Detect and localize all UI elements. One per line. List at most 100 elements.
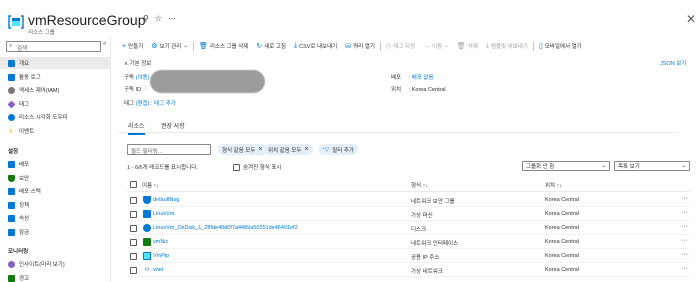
table-row[interactable]: ‹› vnet 가상 네트워크 Korea Central ··· xyxy=(127,263,690,277)
sidebar-item-activity-log[interactable]: 활동 로그 xyxy=(0,71,110,83)
sidebar-item-deployment-stack[interactable]: 배포 스택 xyxy=(0,185,110,197)
show-hidden-checkbox[interactable] xyxy=(233,163,240,171)
sidebar-item-security[interactable]: 보안 xyxy=(0,172,110,184)
essentials-toggle[interactable]: ∧ 기본 정보 xyxy=(124,59,151,67)
open-mobile-button[interactable]: ▯ 모바일에서 열기 xyxy=(535,42,586,50)
disk-icon xyxy=(143,224,151,232)
row-more-icon[interactable]: ··· xyxy=(681,195,688,202)
row-more-icon[interactable]: ··· xyxy=(681,265,688,272)
tab-resources[interactable]: 리소스 xyxy=(128,121,145,135)
manage-view-button[interactable]: ⚙ 보기 관리 ⌄ xyxy=(147,42,192,50)
resource-name-link[interactable]: vnet xyxy=(153,267,163,273)
create-button[interactable]: + 만들기 xyxy=(118,42,147,51)
pin-icon[interactable]: ⚲ xyxy=(143,14,149,23)
collapse-sidebar-icon[interactable]: « xyxy=(103,41,106,47)
toolbar-divider xyxy=(192,41,194,51)
resource-name-link[interactable]: defaultNsg xyxy=(153,197,179,203)
export-template-button[interactable]: ⤓ 템플릿 내보내기 xyxy=(482,42,532,50)
column-header-type[interactable]: 형식 ↑↓ xyxy=(411,181,428,189)
location-row: 위치 : Korea Central xyxy=(391,85,446,93)
assign-tags-button[interactable]: ◇ 태그 지정 xyxy=(382,42,419,50)
table-row[interactable]: LinuxVm 가상 머신 Korea Central ··· xyxy=(127,207,690,221)
subscription-label: 구독 xyxy=(124,75,135,81)
sidebar-search-placeholder: 검색 xyxy=(17,45,28,52)
open-query-button[interactable]: ⛁ 쿼리 열기 xyxy=(341,42,379,50)
filter-pill-location-label: 위치 같음 모두 xyxy=(268,147,302,154)
filter-pill-type[interactable]: 형식 같음 모두 × xyxy=(218,144,267,155)
row-checkbox[interactable] xyxy=(130,253,137,260)
table-row[interactable]: LinuxVm_OsDisk_1_28fde48d0f7a4489a50251d… xyxy=(127,221,690,235)
resource-location: Korea Central xyxy=(545,225,579,231)
sidebar-item-label: 보안 xyxy=(19,176,30,182)
alerts-icon xyxy=(8,274,15,282)
policy-icon xyxy=(8,201,15,209)
row-checkbox[interactable] xyxy=(130,211,137,218)
select-all-checkbox[interactable] xyxy=(130,181,137,188)
export-csv-button[interactable]: ⤓ CSV로 내보내기 xyxy=(290,42,341,50)
tags-label: 태그 xyxy=(124,101,135,107)
subscription-move-link[interactable]: (이동) xyxy=(136,75,150,81)
close-icon[interactable]: ✕ xyxy=(686,12,696,26)
json-view-link[interactable]: JSON 보기 xyxy=(660,59,686,67)
delete-label: 삭제 xyxy=(467,44,478,50)
trash-icon: 🗑 xyxy=(456,43,466,50)
sidebar-item-iam[interactable]: 액세스 제어(IAM) xyxy=(0,84,110,96)
close-icon[interactable]: × xyxy=(258,146,262,153)
sidebar-section-settings: 설정 xyxy=(8,149,19,155)
add-filter-button[interactable]: ⁺▽ 필터 추가 xyxy=(318,144,358,155)
row-more-icon[interactable]: ··· xyxy=(681,237,688,244)
sidebar-item-visualizer[interactable]: 리소스 시각화 도우미 xyxy=(0,111,110,123)
delete-resource-group-button[interactable]: 🗑 리소스 그룹 삭제 xyxy=(195,42,252,50)
tags-edit-link[interactable]: (편집) xyxy=(136,101,150,107)
filter-pill-location[interactable]: 위치 같음 모두 × xyxy=(264,144,313,155)
row-more-icon[interactable]: ··· xyxy=(681,209,688,216)
sidebar-search-input[interactable]: ⌕ 검색 xyxy=(6,41,101,52)
resource-group-icon xyxy=(8,15,24,29)
filter-field-input[interactable]: 필드 필터링... xyxy=(127,144,211,155)
column-header-location[interactable]: 위치 ↑↓ xyxy=(545,181,562,189)
row-checkbox[interactable] xyxy=(130,239,137,246)
sidebar-item-deployments[interactable]: 배포 xyxy=(0,158,110,170)
column-header-name[interactable]: 이름 ↑↓ xyxy=(142,181,159,189)
refresh-button[interactable]: ↻ 새로 고침 xyxy=(252,42,290,50)
table-row[interactable]: defaultNsg 네트워크 보안 그룹 Korea Central ··· xyxy=(127,193,690,207)
tags-add-link[interactable]: 태그 추가 xyxy=(154,101,176,107)
more-icon[interactable]: ··· xyxy=(168,14,176,23)
deployments-row: 배포 : 배포 없음 xyxy=(391,73,434,81)
sidebar-item-locks[interactable]: 잠금 xyxy=(0,226,110,238)
resource-name-link[interactable]: LinuxVm xyxy=(153,211,174,217)
sidebar-item-label: 인사이트(미리 보기) xyxy=(19,262,65,268)
sidebar-item-alerts[interactable]: 경고 xyxy=(0,272,110,282)
table-row[interactable]: VmPip 공용 IP 주소 Korea Central ··· xyxy=(127,249,690,263)
sidebar: ⌕ 검색 « 개요 활동 로그 액세스 제어(IAM) 태그 리소스 시각화 도… xyxy=(0,36,111,282)
row-checkbox[interactable] xyxy=(130,267,137,274)
sidebar-item-properties[interactable]: 속성 xyxy=(0,212,110,224)
row-more-icon[interactable]: ··· xyxy=(681,251,688,258)
sidebar-item-tags[interactable]: 태그 xyxy=(0,98,110,110)
sidebar-item-label: 경고 xyxy=(19,276,30,282)
sidebar-item-policy[interactable]: 정책 xyxy=(0,199,110,211)
resource-name-link[interactable]: LinuxVm_OsDisk_1_28fde48d0f7a4489a50251d… xyxy=(153,225,298,231)
sidebar-item-label: 이벤트 xyxy=(19,129,35,135)
table-row[interactable]: vmNic 네트워크 인터페이스 Korea Central ··· xyxy=(127,235,690,249)
sidebar-item-overview[interactable]: 개요 xyxy=(0,57,110,69)
sidebar-item-events[interactable]: ⚡ 이벤트 xyxy=(0,125,110,137)
grouping-select[interactable]: 그룹화 안 함 ⌄ xyxy=(522,161,610,171)
row-checkbox[interactable] xyxy=(130,225,137,232)
sidebar-item-insights[interactable]: 인사이트(미리 보기) xyxy=(0,258,110,270)
view-select[interactable]: 목록 보기 ⌄ xyxy=(614,161,690,171)
tab-recommendations[interactable]: 권장 사항 xyxy=(161,121,185,130)
deployments-link[interactable]: 배포 없음 xyxy=(412,75,434,81)
row-more-icon[interactable]: ··· xyxy=(681,223,688,230)
move-button[interactable]: → 이동 ⌄ xyxy=(419,42,453,51)
close-icon[interactable]: × xyxy=(304,146,308,153)
chevron-down-icon: ⌄ xyxy=(183,43,188,49)
resource-name-link[interactable]: VmPip xyxy=(153,253,169,259)
resource-name-link[interactable]: vmNic xyxy=(153,239,168,245)
show-hidden-types[interactable]: 숨겨진 형식 표시 xyxy=(233,163,281,171)
public-ip-icon xyxy=(143,252,151,260)
resource-location: Korea Central xyxy=(545,267,579,273)
row-checkbox[interactable] xyxy=(130,197,137,204)
delete-button[interactable]: 🗑 삭제 xyxy=(453,42,482,50)
star-icon[interactable]: ☆ xyxy=(155,14,162,23)
